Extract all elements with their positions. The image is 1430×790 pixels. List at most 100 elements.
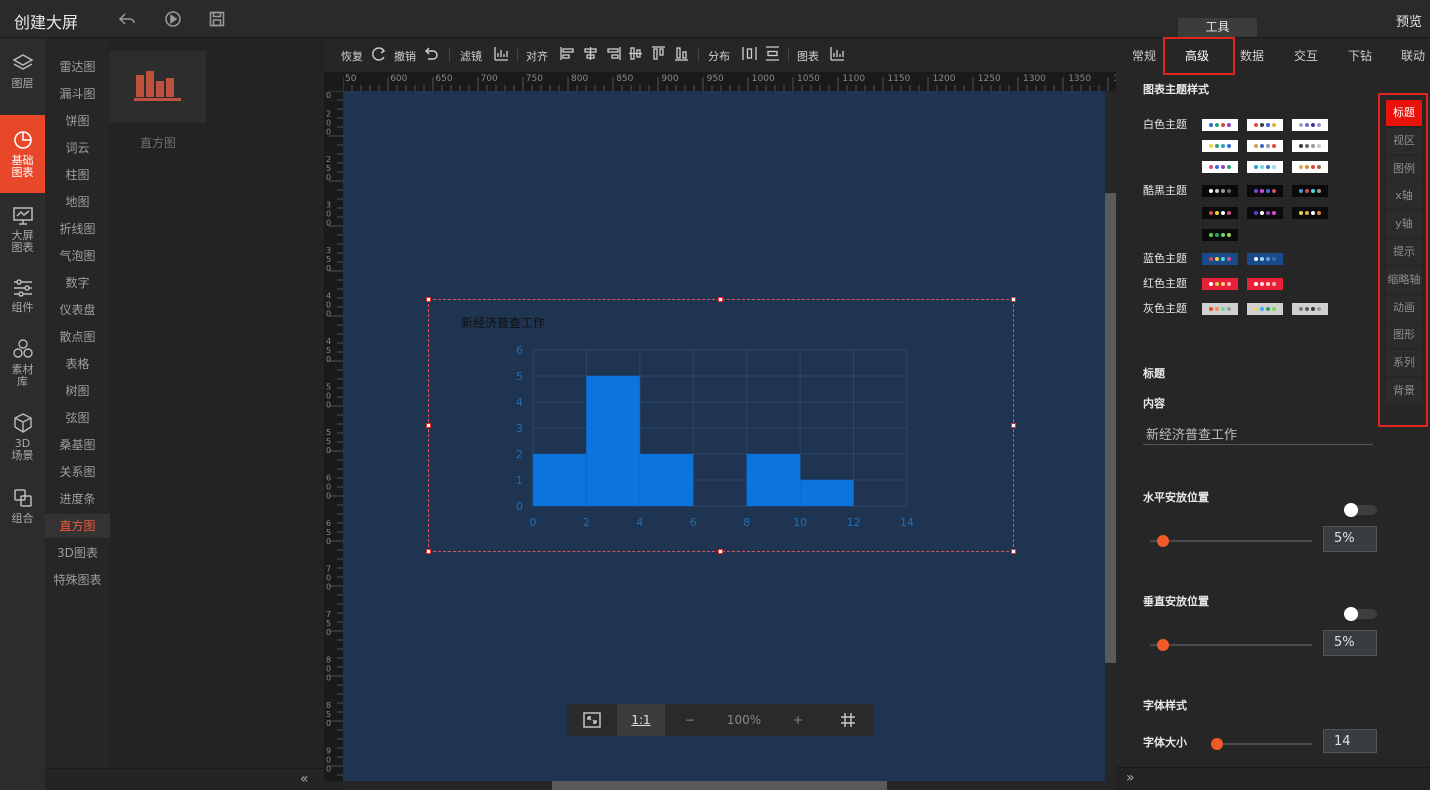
fit-screen-icon[interactable] [567, 704, 617, 736]
align-button[interactable]: 对齐 [526, 48, 548, 64]
theme-swatch[interactable] [1202, 161, 1238, 173]
histogram-bar[interactable] [639, 453, 694, 507]
vertical-tab-item[interactable]: y轴 [1386, 211, 1422, 238]
nav-item-3d-scene[interactable]: 3D场景 [0, 412, 45, 467]
chart-type-item[interactable]: 仪表盘 [45, 298, 110, 322]
chart-type-item[interactable]: 桑基图 [45, 433, 110, 457]
horizontal-scroll-thumb[interactable] [552, 781, 887, 790]
theme-swatch[interactable] [1247, 119, 1283, 131]
v-position-value[interactable]: 5% [1323, 630, 1377, 656]
distribute-h-icon[interactable] [742, 46, 757, 64]
chart-type-item[interactable]: 柱图 [45, 163, 110, 187]
chart-type-item[interactable]: 弦图 [45, 406, 110, 430]
grid-icon[interactable] [823, 704, 873, 736]
tab-general[interactable]: 常规 [1132, 47, 1156, 64]
h-position-toggle[interactable] [1344, 503, 1377, 517]
vertical-tab-item[interactable]: 动画 [1386, 294, 1422, 321]
v-position-slider-thumb[interactable] [1157, 639, 1170, 651]
theme-swatch[interactable] [1202, 207, 1238, 219]
redo-button[interactable]: 恢复 [341, 48, 363, 64]
align-right-icon[interactable] [606, 46, 621, 64]
zoom-out-button[interactable]: − [665, 704, 715, 736]
tab-interaction[interactable]: 交互 [1294, 47, 1318, 64]
resize-handle[interactable] [718, 297, 723, 302]
collapse-right-icon[interactable]: » [1126, 770, 1135, 786]
resize-handle[interactable] [426, 549, 431, 554]
theme-swatch[interactable] [1202, 140, 1238, 152]
vertical-tab-item[interactable]: 图形 [1386, 322, 1422, 349]
align-bottom-icon[interactable] [674, 46, 689, 64]
chart-type-item[interactable]: 树图 [45, 379, 110, 403]
theme-swatch[interactable] [1292, 303, 1328, 315]
vertical-tab-item[interactable]: 背景 [1386, 378, 1422, 404]
theme-swatch[interactable] [1202, 303, 1238, 315]
font-size-slider[interactable] [1216, 743, 1312, 745]
font-size-slider-thumb[interactable] [1211, 738, 1223, 750]
chart-type-item[interactable]: 散点图 [45, 325, 110, 349]
chart-type-item[interactable]: 进度条 [45, 487, 110, 511]
chart-type-item[interactable]: 地图 [45, 190, 110, 214]
distribute-button[interactable]: 分布 [708, 48, 730, 64]
theme-swatch[interactable] [1292, 140, 1328, 152]
h-position-slider[interactable] [1150, 540, 1312, 542]
vertical-scroll-thumb[interactable] [1105, 193, 1116, 663]
nav-item-screen-charts[interactable]: 大屏图表 [0, 206, 45, 261]
chart-type-item[interactable]: 气泡图 [45, 244, 110, 268]
vertical-tab-item[interactable]: 标题 [1386, 100, 1422, 126]
chart-type-item[interactable]: 漏斗图 [45, 82, 110, 106]
histogram-bar[interactable] [586, 375, 641, 507]
nav-item-components[interactable]: 组件 [0, 278, 45, 323]
h-position-value[interactable]: 5% [1323, 526, 1377, 552]
back-icon[interactable] [118, 10, 136, 28]
zoom-in-button[interactable]: + [773, 704, 823, 736]
chart-type-item[interactable]: 关系图 [45, 460, 110, 484]
vertical-tab-item[interactable]: 视区 [1386, 127, 1422, 154]
vertical-tab-item[interactable]: 缩略轴 [1386, 266, 1422, 293]
align-left-icon[interactable] [560, 46, 575, 64]
chart-type-item[interactable]: 饼图 [45, 109, 110, 133]
theme-swatch[interactable] [1247, 161, 1283, 173]
tab-linkage[interactable]: 联动 [1401, 47, 1425, 64]
chart-type-item[interactable]: 特殊图表 [45, 568, 110, 592]
theme-swatch[interactable] [1292, 119, 1328, 131]
theme-swatch[interactable] [1292, 207, 1328, 219]
chart-type-item[interactable]: 3D图表 [45, 541, 110, 565]
theme-swatch[interactable] [1247, 253, 1283, 265]
resize-handle[interactable] [426, 423, 431, 428]
redo-icon[interactable] [371, 46, 386, 64]
chart-type-item[interactable]: 表格 [45, 352, 110, 376]
theme-swatch[interactable] [1247, 140, 1283, 152]
tab-data[interactable]: 数据 [1240, 47, 1264, 64]
title-content-input[interactable]: 新经济普查工作 [1143, 424, 1373, 445]
chart-type-item[interactable]: 雷达图 [45, 55, 110, 79]
theme-swatch[interactable] [1202, 253, 1238, 265]
theme-swatch[interactable] [1247, 207, 1283, 219]
histogram-bar[interactable] [532, 453, 587, 507]
theme-swatch[interactable] [1247, 185, 1283, 197]
align-top-icon[interactable] [651, 46, 666, 64]
histogram-bar[interactable] [746, 453, 801, 507]
resize-handle[interactable] [426, 297, 431, 302]
collapse-left-icon[interactable]: « [300, 771, 309, 787]
nav-item-assets[interactable]: 素材库 [0, 338, 45, 393]
histogram-bar[interactable] [799, 479, 854, 507]
tab-drilldown[interactable]: 下钻 [1348, 47, 1372, 64]
theme-swatch[interactable] [1202, 119, 1238, 131]
bar-chart-icon[interactable] [494, 46, 509, 64]
chart-button[interactable]: 图表 [797, 48, 819, 64]
nav-item-layers[interactable]: 图层 [0, 52, 45, 102]
theme-swatch[interactable] [1292, 185, 1328, 197]
v-position-slider[interactable] [1150, 644, 1312, 646]
vertical-tab-item[interactable]: x轴 [1386, 183, 1422, 210]
bar-chart-icon[interactable] [830, 46, 845, 64]
resize-handle[interactable] [1011, 297, 1016, 302]
undo-button[interactable]: 撤销 [394, 48, 416, 64]
play-icon[interactable] [164, 10, 182, 28]
align-middle-icon[interactable] [628, 46, 643, 64]
chart-type-item[interactable]: 折线图 [45, 217, 110, 241]
nav-item-basic-charts[interactable]: 基础图表 [0, 115, 45, 193]
chart-type-item[interactable]: 数字 [45, 271, 110, 295]
preview-button[interactable]: 预览 [1396, 11, 1422, 30]
histogram-thumbnail[interactable] [110, 51, 206, 123]
theme-swatch[interactable] [1202, 229, 1238, 241]
